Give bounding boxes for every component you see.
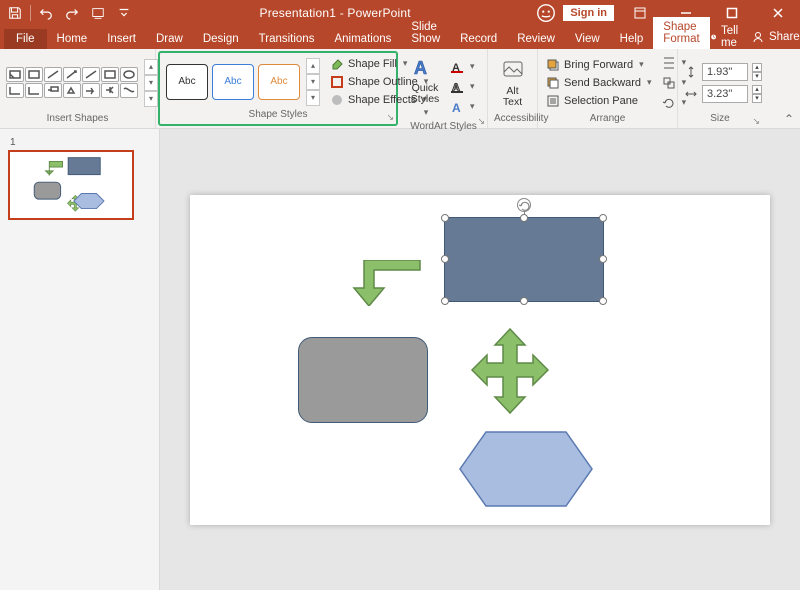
tab-design[interactable]: Design [193,29,249,49]
tab-home[interactable]: Home [47,29,98,49]
svg-text:A: A [452,101,461,114]
spin-down-icon[interactable]: ▾ [752,72,762,81]
styles-down-icon[interactable]: ▾ [306,74,320,90]
text-fill-button[interactable]: A▾ [448,59,477,75]
slide-canvas[interactable] [190,195,770,525]
save-icon[interactable] [4,2,26,24]
gallery-down-icon[interactable]: ▾ [144,75,158,91]
tab-transitions[interactable]: Transitions [249,29,325,49]
text-effects-button[interactable]: A▾ [448,99,477,115]
tab-record[interactable]: Record [450,29,507,49]
undo-icon[interactable] [35,2,57,24]
tab-animations[interactable]: Animations [324,29,401,49]
bring-forward-button[interactable]: Bring Forward▾ [544,57,654,73]
shape-hexagon[interactable] [458,430,594,508]
resize-handle[interactable] [441,214,449,222]
resize-handle[interactable] [520,297,528,305]
group-label-shape-styles: Shape Styles [166,108,390,122]
size-launcher-icon[interactable]: ↘ [752,116,760,127]
height-field[interactable]: 1.93" ▴▾ [684,63,762,81]
tab-file[interactable]: File [4,29,47,49]
spin-up-icon[interactable]: ▴ [752,85,762,94]
height-input[interactable]: 1.93" [702,63,748,81]
tab-insert[interactable]: Insert [97,29,146,49]
spin-down-icon[interactable]: ▾ [752,94,762,103]
share-button[interactable]: Share [753,31,800,43]
resize-handle[interactable] [599,255,607,263]
redo-icon[interactable] [61,2,83,24]
tab-review[interactable]: Review [507,29,565,49]
tab-help[interactable]: Help [610,29,654,49]
style-preset-1[interactable]: Abc [166,64,208,100]
styles-up-icon[interactable]: ▴ [306,58,320,74]
start-from-beginning-icon[interactable] [87,2,109,24]
gallery-up-icon[interactable]: ▴ [144,59,158,75]
tab-slide-show[interactable]: Slide Show [401,17,450,49]
maximize-icon[interactable] [712,0,752,26]
resize-handle[interactable] [441,297,449,305]
tell-me-button[interactable]: Tell me [710,25,743,49]
send-backward-button[interactable]: Send Backward▾ [544,75,654,91]
qat-dropdown-icon[interactable] [113,2,135,24]
resize-handle[interactable] [599,214,607,222]
shape-bent-arrow[interactable] [342,260,422,306]
account-face-icon [535,2,557,24]
shapes-gallery[interactable] [6,67,138,98]
tab-shape-format[interactable]: Shape Format [653,17,709,49]
quick-styles-button[interactable]: A Quick Styles▾ [406,53,444,120]
width-field[interactable]: 3.23" ▴▾ [684,85,762,103]
group-label-size: Size [684,112,756,126]
resize-handle[interactable] [520,214,528,222]
style-preset-3[interactable]: Abc [258,64,300,100]
selection-pane-button[interactable]: Selection Pane [544,93,654,109]
collapse-ribbon-icon[interactable]: ⌃ [784,112,794,126]
styles-more-icon[interactable]: ▾ [306,90,320,106]
alt-text-button[interactable]: Alt Text [494,56,532,110]
slide-number: 1 [10,137,151,148]
sign-in-button[interactable]: Sign in [563,5,614,21]
close-icon[interactable] [758,0,798,26]
style-preset-2[interactable]: Abc [212,64,254,100]
resize-handle[interactable] [599,297,607,305]
rotate-handle-icon[interactable] [517,198,531,212]
svg-text:A: A [414,58,427,78]
window-title: Presentation1 - PowerPoint [135,6,535,20]
gallery-more-icon[interactable]: ▾ [144,91,158,107]
wordart-launcher-icon[interactable]: ↘ [477,116,485,127]
group-label-arrange: Arrange [544,112,671,126]
tab-view[interactable]: View [565,29,610,49]
shape-rectangle-selected[interactable] [444,217,604,302]
text-outline-button[interactable]: A▾ [448,79,477,95]
shape-styles-launcher-icon[interactable]: ↘ [386,112,394,123]
shape-rounded-rectangle[interactable] [298,337,428,423]
slide-thumbnail-1[interactable] [8,150,134,220]
tab-draw[interactable]: Draw [146,29,193,49]
width-input[interactable]: 3.23" [702,85,748,103]
group-label-accessibility: Accessibility [494,112,531,126]
shape-three-way-arrow[interactable] [470,327,550,415]
resize-handle[interactable] [441,255,449,263]
group-label-insert-shapes: Insert Shapes [6,112,149,126]
spin-up-icon[interactable]: ▴ [752,63,762,72]
